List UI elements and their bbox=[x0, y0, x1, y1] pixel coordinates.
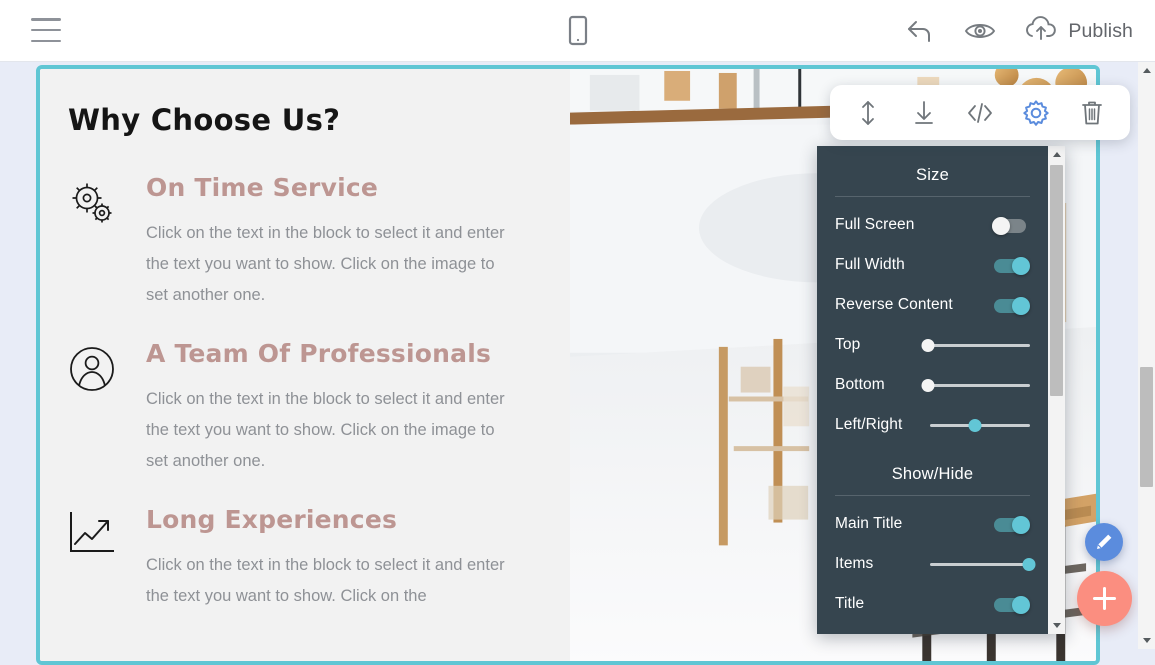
toggle-knob bbox=[1012, 256, 1030, 275]
undo-arrow-icon[interactable] bbox=[903, 14, 937, 48]
feature-description[interactable]: Click on the text in the block to select… bbox=[146, 218, 506, 311]
toggle-knob bbox=[1012, 296, 1030, 315]
setting-label: Items bbox=[835, 555, 874, 572]
toggle-knob bbox=[992, 216, 1010, 235]
edit-design-fab-button[interactable] bbox=[1085, 523, 1123, 561]
page-scrollbar-thumb[interactable] bbox=[1140, 367, 1153, 487]
slider-rail bbox=[930, 563, 1030, 566]
full-width-toggle[interactable] bbox=[992, 256, 1030, 275]
hamburger-line bbox=[31, 18, 61, 21]
publish-label: Publish bbox=[1068, 19, 1133, 42]
setting-label: Full Screen bbox=[835, 216, 915, 233]
slider-thumb[interactable] bbox=[921, 339, 935, 352]
feature-item[interactable]: A Team Of Professionals Click on the tex… bbox=[68, 339, 530, 477]
setting-row-main-title[interactable]: Main Title bbox=[835, 504, 1030, 544]
setting-row-title[interactable]: Title bbox=[835, 584, 1030, 624]
setting-label: Reverse Content bbox=[835, 296, 953, 313]
block-text-column: Why Choose Us? On Time Service Click on … bbox=[40, 69, 570, 661]
section-divider bbox=[835, 495, 1030, 496]
setting-row-reverse-content[interactable]: Reverse Content bbox=[835, 285, 1030, 325]
page-title[interactable]: Why Choose Us? bbox=[68, 103, 530, 137]
gear-settings-icon[interactable] bbox=[1016, 93, 1056, 133]
feature-title[interactable]: A Team Of Professionals bbox=[146, 339, 530, 368]
toggle-knob bbox=[1012, 595, 1030, 614]
setting-row-full-screen[interactable]: Full Screen bbox=[835, 205, 1030, 245]
items-slider[interactable] bbox=[930, 556, 1036, 572]
hamburger-line bbox=[31, 28, 61, 32]
section-heading-size: Size bbox=[916, 166, 949, 184]
block-toolbar bbox=[830, 85, 1130, 140]
full-screen-toggle[interactable] bbox=[992, 216, 1030, 235]
feature-title[interactable]: Long Experiences bbox=[146, 505, 530, 534]
publish-button[interactable]: Publish bbox=[1023, 15, 1133, 48]
feature-item[interactable]: On Time Service Click on the text in the… bbox=[68, 173, 530, 311]
setting-row-top[interactable]: Top bbox=[835, 325, 1030, 365]
section-divider bbox=[835, 196, 1030, 197]
main-title-toggle[interactable] bbox=[992, 515, 1030, 534]
eye-preview-icon[interactable] bbox=[963, 14, 997, 48]
bottom-slider[interactable] bbox=[921, 377, 1030, 393]
slider-thumb[interactable] bbox=[1022, 558, 1036, 571]
feature-description[interactable]: Click on the text in the block to select… bbox=[146, 550, 506, 612]
slider-rail bbox=[926, 384, 1030, 387]
block-settings-panel: Size Full Screen Full Width Reverse Cont… bbox=[817, 146, 1065, 634]
plus-add-icon-v bbox=[1103, 587, 1106, 610]
top-slider[interactable] bbox=[921, 337, 1030, 353]
pencil-edit-icon bbox=[1097, 534, 1112, 549]
panel-scrollbar[interactable] bbox=[1048, 146, 1065, 634]
scroll-up-arrow-icon[interactable] bbox=[1048, 146, 1065, 163]
feature-description[interactable]: Click on the text in the block to select… bbox=[146, 384, 506, 477]
growth-chart-icon bbox=[68, 509, 130, 567]
panel-content: Size Full Screen Full Width Reverse Cont… bbox=[817, 146, 1048, 634]
page-scroll-down-arrow-icon[interactable] bbox=[1138, 632, 1155, 649]
feature-title[interactable]: On Time Service bbox=[146, 173, 530, 202]
top-header-bar: Publish bbox=[0, 0, 1155, 62]
cloud-upload-icon bbox=[1023, 15, 1059, 48]
setting-label: Full Width bbox=[835, 256, 905, 273]
setting-row-subtitle[interactable]: Subtitle bbox=[835, 624, 1030, 634]
setting-label: Bottom bbox=[835, 376, 885, 393]
section-heading-show-hide: Show/Hide bbox=[891, 465, 974, 483]
title-toggle[interactable] bbox=[992, 595, 1030, 614]
mobile-device-icon[interactable] bbox=[565, 15, 591, 48]
hamburger-line bbox=[31, 39, 61, 42]
move-vertical-icon[interactable] bbox=[848, 93, 888, 133]
reverse-content-toggle[interactable] bbox=[992, 296, 1030, 315]
slider-thumb[interactable] bbox=[921, 379, 935, 392]
setting-label: Main Title bbox=[835, 515, 903, 532]
editor-workspace: Why Choose Us? On Time Service Click on … bbox=[0, 62, 1155, 665]
setting-label: Left/Right bbox=[835, 416, 903, 433]
setting-label: Title bbox=[835, 595, 865, 612]
left-right-slider[interactable] bbox=[930, 417, 1030, 433]
page-scrollbar[interactable] bbox=[1138, 62, 1155, 649]
trash-delete-icon[interactable] bbox=[1072, 93, 1112, 133]
hamburger-menu-icon[interactable] bbox=[31, 18, 61, 42]
gears-icon bbox=[68, 177, 130, 235]
feature-item[interactable]: Long Experiences Click on the text in th… bbox=[68, 505, 530, 612]
slider-thumb[interactable] bbox=[968, 419, 982, 432]
header-actions: Publish bbox=[903, 0, 1133, 62]
setting-row-left-right[interactable]: Left/Right bbox=[835, 405, 1030, 445]
setting-row-items[interactable]: Items bbox=[835, 544, 1036, 584]
setting-row-bottom[interactable]: Bottom bbox=[835, 365, 1030, 405]
page-scroll-up-arrow-icon[interactable] bbox=[1138, 62, 1155, 79]
add-block-fab-button[interactable] bbox=[1077, 571, 1132, 626]
code-icon[interactable] bbox=[960, 93, 1000, 133]
person-circle-icon bbox=[68, 343, 130, 401]
scroll-down-arrow-icon[interactable] bbox=[1048, 617, 1065, 634]
setting-row-full-width[interactable]: Full Width bbox=[835, 245, 1030, 285]
toggle-knob bbox=[1012, 515, 1030, 534]
slider-rail bbox=[926, 344, 1030, 347]
download-icon[interactable] bbox=[904, 93, 944, 133]
panel-scrollbar-thumb[interactable] bbox=[1050, 165, 1063, 396]
setting-label: Top bbox=[835, 336, 861, 353]
